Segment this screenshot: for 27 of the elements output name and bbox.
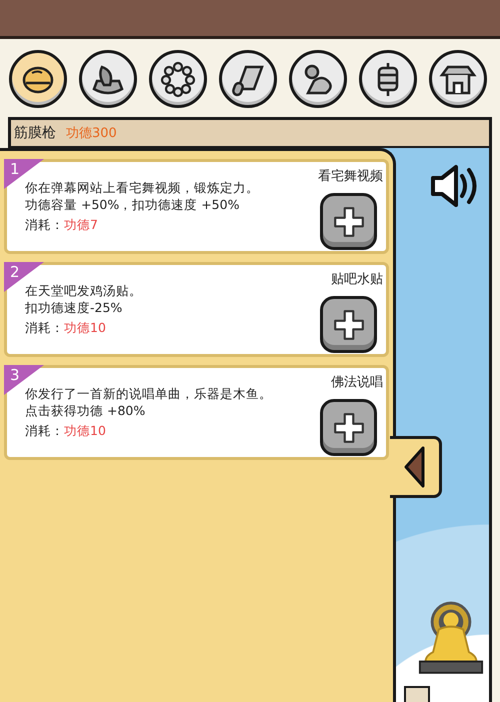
cost-label: 消耗： <box>25 423 64 438</box>
upgrade-title: 佛法说唱 <box>331 374 383 391</box>
item-name: 筋膜枪 <box>14 124 56 142</box>
cost-value: 功德10 <box>64 423 106 438</box>
add-button[interactable] <box>320 193 377 250</box>
upgrade-title: 贴吧水贴 <box>331 271 383 288</box>
collapse-tab[interactable] <box>390 436 442 498</box>
description-text: 点击获得功德 +80% <box>25 402 146 419</box>
description-text: 你在弹幕网站上看宅舞视频，锻炼定力。 <box>25 179 260 196</box>
description-text: 扣功德速度-25% <box>25 299 124 316</box>
description-text: 在天堂吧发鸡汤贴。 <box>25 282 143 299</box>
cost-value: 功德7 <box>64 217 98 232</box>
upgrade-title: 看宅舞视频 <box>318 168 383 185</box>
cost-label: 消耗： <box>25 217 64 232</box>
add-button[interactable] <box>320 399 377 456</box>
plus-icon <box>332 410 366 444</box>
left-arrow-icon <box>402 445 426 489</box>
plus-icon <box>332 308 366 342</box>
cost-value: 功德10 <box>64 320 106 335</box>
speaker-icon[interactable] <box>429 163 479 209</box>
cost-label: 消耗： <box>25 320 64 335</box>
bead-ring-icon <box>158 59 198 99</box>
add-button[interactable] <box>320 296 377 353</box>
description-text: 功德容量 +50%，扣功德速度 +50% <box>25 196 240 213</box>
merit-amount: 功德300 <box>66 125 117 142</box>
plus-icon <box>332 204 366 238</box>
description-text: 你发行了一首新的说唱单曲，乐器是木鱼。 <box>25 385 273 402</box>
